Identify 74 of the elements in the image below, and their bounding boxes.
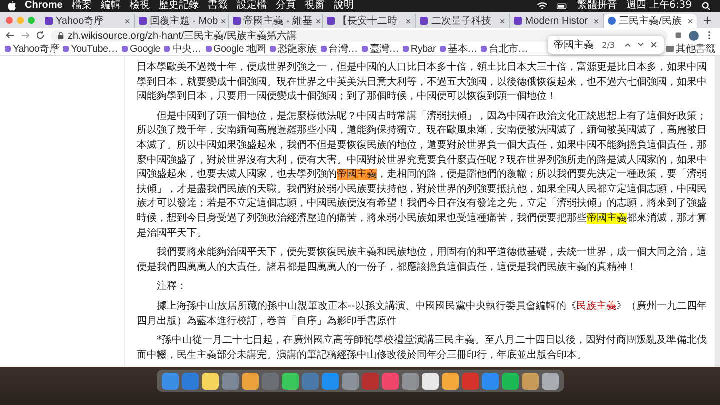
search-highlight: 帝國主義 bbox=[587, 212, 627, 224]
link[interactable]: 民族主義 bbox=[576, 300, 617, 312]
app-icon[interactable] bbox=[542, 372, 558, 390]
chevron-down-icon[interactable] bbox=[637, 41, 645, 49]
clock[interactable]: 週四 上午6:39 bbox=[626, 0, 692, 12]
paragraph: 注釋： bbox=[156, 280, 188, 294]
app-icon[interactable] bbox=[422, 372, 438, 390]
paragraph: 據上海孫中山故居所藏的孫中山親筆改正本--以孫文講演、中國國民黨中央執行委員會編輯的《民族主義》（廣州一九二四年四月出版）為藍本進行校訂，卷首「自序」為影印手書原件 bbox=[137, 300, 707, 328]
app-icon[interactable] bbox=[502, 372, 518, 390]
menu-item[interactable]: 書籤 bbox=[208, 0, 228, 12]
match-count: 2/3 bbox=[602, 40, 615, 50]
browser-tab[interactable]: 【長安十二時 bbox=[322, 14, 416, 28]
bookmark[interactable]: YouTube… bbox=[63, 44, 118, 54]
paragraph: 日本學歐美不過幾十年，便成世界列強之一，但是中國的人口比日本多十倍，領土比日本大三十倍，富源更是比日本多，如果中國學到日本，就要變成十個強國。現在世界之中英美法日意大利等，不過五大強國，以後德俄恢復起來，也不過六七個強國，如果中國能夠學到日本，只要用一國便變成十個強國；到了那個時候，中國便可以恢復到頭一個地位！ bbox=[137, 61, 707, 104]
close-button[interactable] bbox=[6, 16, 13, 24]
bookmark[interactable]: Google bbox=[122, 44, 160, 54]
extension-icon[interactable] bbox=[674, 31, 683, 40]
paragraph: 但是中國到了頭一個地位，是怎麼樣做法呢？中國古時常講「濟弱扶傾」，因為中國在政治文化正統思想上有了這個好政策；所以強了幾千年，安南緬甸高麗暹羅那些小國，還能夠保持獨立。現在歐風東漸，安南便被法國滅了，緬甸被英國滅了，高麗被日本滅了。所以中國如果強盛起來，我們不但是要恢復民族的地位，還要對於世界負一個大責任，如果中國不能夠擔負這個責任，那麼中國強盛了，對於世界沒有大利，便有大害。中國對於世界究竟要負什麼責任呢？現在世界列強所走的路是滅人國家的，如果中國強盛起來，也要去滅人國家，也去學列強的帝國主義，走相同的路，便是蹈他們的覆轍；所以我們要先決定一種政策，要「濟弱扶傾」，才是盡我們民族的天職。我們對於弱小民族要扶持他，對於世界的列強要抵抗他，如果全國人民都立定這個志願，中國民族才可以發達；若是不立定這個志願，中國民族便沒有希望！我們今日在沒有發達之先，立定「濟弱扶傾」的志願，將來到了強盛時候，想到今日身受過了列強政治經濟壓迫的痛苦，將來弱小民族如果也受這種痛苦，我們便要把那些帝國主義都來消滅，那才算是治國平天下。 bbox=[137, 110, 707, 241]
bookmark-folder[interactable]: 其他書籤 bbox=[666, 42, 715, 56]
browser-tab[interactable]: Yahoo奇摩 bbox=[41, 14, 135, 28]
reload-icon[interactable] bbox=[36, 31, 45, 40]
menu-item[interactable]: 編輯 bbox=[100, 0, 121, 12]
bookmark[interactable]: Yahoo奇摩 bbox=[5, 42, 60, 56]
apple-icon[interactable] bbox=[8, 1, 16, 11]
bookmark[interactable]: 基本… bbox=[440, 42, 478, 56]
menu-item[interactable]: 分頁 bbox=[276, 0, 296, 12]
close-icon[interactable] bbox=[316, 18, 321, 24]
app-icon[interactable] bbox=[442, 372, 458, 390]
bookmark[interactable]: 臺灣… bbox=[362, 42, 399, 56]
forward-icon[interactable] bbox=[21, 31, 30, 40]
back-icon[interactable] bbox=[6, 31, 15, 40]
favicon-icon bbox=[514, 17, 522, 25]
bookmark[interactable]: 台灣… bbox=[320, 42, 358, 56]
bookmark[interactable]: 中央… bbox=[164, 42, 202, 56]
favicon-icon bbox=[420, 17, 428, 25]
browser-tab[interactable]: 回覆主題 - Mob bbox=[134, 14, 229, 28]
paragraph: *孫中山從一月二十七日起，在廣州國立高等師範學校禮堂演講三民主義。至八月二十四日以後，因對付商團叛亂及準備北伐而中輟，民生主義部分未講完。演講的筆記稿經孫中山修改後於同年分三冊印行，年底並出版合印本。 bbox=[137, 334, 707, 363]
close-icon[interactable] bbox=[500, 18, 506, 24]
close-icon[interactable] bbox=[221, 18, 226, 24]
favicon-icon bbox=[232, 17, 241, 25]
search-highlight: 帝國主義 bbox=[337, 169, 377, 180]
wifi-icon[interactable] bbox=[537, 2, 548, 10]
scrollbar[interactable] bbox=[715, 56, 720, 367]
favicon-icon bbox=[608, 17, 616, 25]
bookmark[interactable]: 恐龍家族 bbox=[270, 42, 317, 56]
paragraph: 我們要將來能夠治國平天下，便先要恢復民族主義和民族地位，用固有的和平道德做基礎，去統一世界，成一個大同之治，這便是我們四萬萬人的大責任。諸君都是四萬萬人的一份子，都應該擔負這個責任，這便是我們民族主義的真精神！ bbox=[137, 246, 707, 275]
menu-item[interactable]: 檢視 bbox=[130, 0, 150, 12]
browser-tab[interactable]: 帝國主義 - 維基 bbox=[228, 14, 323, 28]
browser-tab[interactable]: 三民主義/民族 bbox=[604, 14, 698, 28]
favicon-icon bbox=[45, 17, 53, 25]
chevron-up-icon[interactable] bbox=[624, 41, 632, 49]
battery-icon[interactable] bbox=[557, 2, 568, 10]
lock-icon bbox=[58, 32, 64, 40]
menu-item[interactable]: 說明 bbox=[334, 0, 354, 12]
app-icon[interactable] bbox=[202, 372, 218, 390]
search-icon[interactable] bbox=[701, 2, 712, 10]
bookmark[interactable]: Rybar bbox=[402, 44, 436, 54]
close-icon[interactable] bbox=[650, 41, 658, 49]
favicon-icon bbox=[138, 17, 147, 25]
close-icon[interactable] bbox=[688, 18, 694, 24]
close-icon[interactable] bbox=[594, 18, 600, 24]
browser-tab[interactable]: 二次量子科技 bbox=[416, 14, 510, 28]
app-icon[interactable] bbox=[522, 372, 538, 390]
profile-avatar[interactable] bbox=[689, 30, 699, 40]
bookmark[interactable]: 台北市… bbox=[481, 42, 528, 56]
close-icon[interactable] bbox=[406, 18, 412, 24]
app-icon[interactable] bbox=[282, 372, 298, 390]
bookmark[interactable]: Google 地圖 bbox=[206, 42, 266, 56]
app-menu[interactable]: Chrome bbox=[25, 0, 63, 12]
close-icon[interactable] bbox=[124, 18, 130, 24]
new-tab-icon[interactable] bbox=[703, 16, 712, 25]
app-icon[interactable] bbox=[242, 372, 258, 390]
menu-item[interactable]: 歷史記錄 bbox=[158, 0, 199, 12]
favicon-icon bbox=[326, 17, 335, 25]
